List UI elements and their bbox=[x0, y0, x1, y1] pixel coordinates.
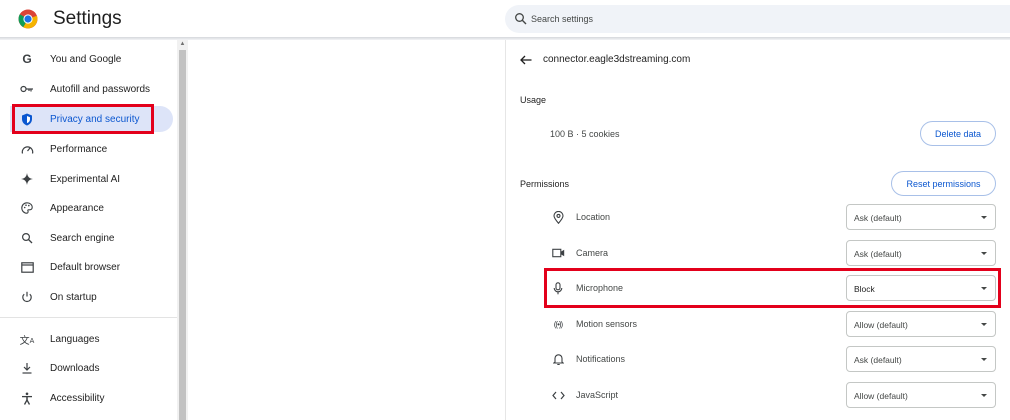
permission-label: Microphone bbox=[576, 283, 624, 293]
back-arrow-icon[interactable] bbox=[520, 55, 532, 65]
key-icon bbox=[20, 82, 34, 96]
dropdown-caret-icon bbox=[981, 216, 987, 219]
reset-permissions-button[interactable]: Reset permissions bbox=[891, 171, 996, 196]
sidebar-item-default-browser[interactable]: Default browser bbox=[10, 254, 173, 280]
permission-label: JavaScript bbox=[576, 390, 619, 400]
select-value: Block bbox=[854, 284, 875, 294]
sidebar-item-autofill[interactable]: Autofill and passwords bbox=[10, 76, 173, 102]
dropdown-caret-icon bbox=[981, 358, 987, 361]
permission-row-javascript: JavaScript Allow (default) bbox=[546, 380, 1001, 410]
site-settings-panel: connector.eagle3dstreaming.com Usage 100… bbox=[505, 40, 1010, 420]
select-value: Allow (default) bbox=[854, 391, 908, 401]
permission-row-camera: Camera Ask (default) bbox=[546, 238, 1001, 268]
sidebar-scrollbar-thumb[interactable] bbox=[179, 50, 186, 420]
sidebar-item-label: Accessibility bbox=[50, 392, 105, 404]
sidebar-item-privacy-and-security[interactable]: Privacy and security bbox=[10, 106, 173, 132]
sidebar-item-label: Autofill and passwords bbox=[50, 83, 151, 95]
sidebar-item-label: On startup bbox=[50, 291, 97, 303]
sidebar-item-label: Downloads bbox=[50, 362, 100, 374]
sidebar-item-accessibility[interactable]: Accessibility bbox=[10, 385, 173, 411]
motion-sensors-select[interactable]: Allow (default) bbox=[846, 311, 996, 337]
sidebar-item-experimental-ai[interactable]: Experimental AI bbox=[10, 166, 173, 192]
motion-sensor-icon: ((•)) bbox=[553, 319, 563, 329]
dropdown-caret-icon bbox=[981, 252, 987, 255]
dropdown-caret-icon bbox=[981, 287, 987, 290]
microphone-select[interactable]: Block bbox=[846, 275, 996, 301]
sidebar-item-label: Experimental AI bbox=[50, 173, 121, 185]
microphone-icon bbox=[551, 281, 565, 295]
sparkle-icon bbox=[20, 172, 34, 186]
chrome-logo-icon bbox=[18, 9, 38, 29]
sidebar-item-languages[interactable]: 文A Languages bbox=[10, 326, 173, 352]
dropdown-caret-icon bbox=[981, 323, 987, 326]
translate-icon: 文A bbox=[19, 335, 35, 347]
permission-label: Notifications bbox=[576, 354, 626, 364]
camera-select[interactable]: Ask (default) bbox=[846, 240, 996, 266]
notifications-select[interactable]: Ask (default) bbox=[846, 346, 996, 372]
javascript-select[interactable]: Allow (default) bbox=[846, 382, 996, 408]
permission-row-location: Location Ask (default) bbox=[546, 202, 1001, 232]
google-g-icon: G bbox=[22, 52, 32, 66]
permission-label: Location bbox=[576, 212, 611, 222]
shield-icon bbox=[20, 112, 34, 126]
accessibility-icon bbox=[20, 391, 34, 405]
code-icon bbox=[551, 388, 565, 402]
sidebar-item-label: Performance bbox=[50, 143, 108, 155]
site-title: connector.eagle3dstreaming.com bbox=[543, 54, 691, 65]
permission-label: Motion sensors bbox=[576, 319, 638, 329]
bell-icon bbox=[551, 352, 565, 366]
sidebar-item-label: Appearance bbox=[50, 202, 104, 214]
search-icon bbox=[515, 13, 527, 25]
speedometer-icon bbox=[20, 142, 34, 156]
usage-value: 100 B · 5 cookies bbox=[550, 129, 620, 139]
location-select[interactable]: Ask (default) bbox=[846, 204, 996, 230]
sidebar-item-you-and-google[interactable]: G You and Google bbox=[10, 46, 173, 72]
camera-icon bbox=[551, 246, 565, 260]
sidebar: G You and Google Autofill and passwords … bbox=[0, 40, 177, 420]
download-icon bbox=[20, 361, 34, 375]
search-input[interactable] bbox=[531, 11, 991, 27]
select-value: Ask (default) bbox=[854, 213, 902, 223]
palette-icon bbox=[20, 201, 34, 215]
browser-window-icon bbox=[20, 260, 34, 274]
sidebar-item-label: Languages bbox=[50, 333, 100, 345]
sidebar-item-label: Privacy and security bbox=[50, 113, 140, 125]
sidebar-item-label: You and Google bbox=[50, 53, 122, 65]
permission-row-motion-sensors: ((•)) Motion sensors Allow (default) bbox=[546, 309, 1001, 339]
sidebar-item-search-engine[interactable]: Search engine bbox=[10, 225, 173, 251]
app-title: Settings bbox=[53, 8, 122, 29]
select-value: Ask (default) bbox=[854, 249, 902, 259]
location-pin-icon bbox=[551, 210, 565, 224]
permission-row-microphone: Microphone Block bbox=[546, 273, 1001, 303]
select-value: Allow (default) bbox=[854, 320, 908, 330]
sidebar-item-appearance[interactable]: Appearance bbox=[10, 195, 173, 221]
delete-data-button[interactable]: Delete data bbox=[920, 121, 996, 146]
sidebar-item-label: Default browser bbox=[50, 261, 121, 273]
search-box[interactable] bbox=[505, 5, 1010, 33]
power-icon bbox=[20, 290, 34, 304]
scroll-up-arrow-icon[interactable]: ▲ bbox=[179, 41, 186, 48]
usage-heading: Usage bbox=[520, 95, 547, 105]
header: Settings bbox=[0, 0, 1010, 38]
permission-row-notifications: Notifications Ask (default) bbox=[546, 344, 1001, 374]
search-icon bbox=[20, 231, 34, 245]
content-gutter bbox=[188, 40, 505, 420]
permission-label: Camera bbox=[576, 248, 609, 258]
sidebar-item-performance[interactable]: Performance bbox=[10, 136, 173, 162]
sidebar-item-on-startup[interactable]: On startup bbox=[10, 284, 173, 310]
sidebar-item-label: Search engine bbox=[50, 232, 115, 244]
select-value: Ask (default) bbox=[854, 355, 902, 365]
sidebar-divider bbox=[0, 317, 177, 318]
dropdown-caret-icon bbox=[981, 394, 987, 397]
permissions-heading: Permissions bbox=[520, 179, 570, 189]
sidebar-item-downloads[interactable]: Downloads bbox=[10, 355, 173, 381]
